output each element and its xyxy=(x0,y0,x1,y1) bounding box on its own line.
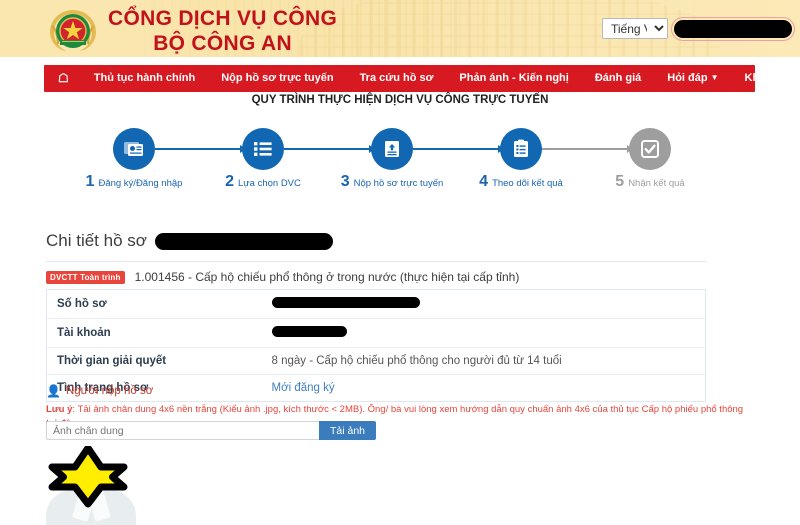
header-right-controls: Tiếng Việt xyxy=(602,16,795,41)
step-4-text: Theo dõi kết quả xyxy=(492,178,563,189)
process-title: QUY TRÌNH THỰC HIỆN DỊCH VỤ CÔNG TRỰC TU… xyxy=(251,94,549,106)
nav-item-phan-anh-kien-nghi[interactable]: Phản ánh - Kiến nghị xyxy=(446,65,581,92)
step-2-text: Lựa chọn DVC xyxy=(238,178,301,189)
step-2-number: 2 xyxy=(225,173,235,190)
check-square-icon xyxy=(641,140,659,158)
note-text: : Tải ảnh chân dung 4x6 nền trắng (Kiểu … xyxy=(72,404,744,415)
step-4-number: 4 xyxy=(479,173,489,190)
submitter-section-header: 👤 Người nộp hồ sơ xyxy=(46,384,153,398)
step-3-label: 3 Nộp hồ sơ trực tuyến xyxy=(341,173,444,191)
status-badge: DVCTT Toàn trình xyxy=(46,270,125,284)
nav-item-tra-cuu-ho-so[interactable]: Tra cứu hồ sơ xyxy=(347,65,447,92)
row-value-tinh-trang-ho-so[interactable]: Mới đăng ký xyxy=(262,375,706,402)
step-1-dang-ky-dang-nhap[interactable]: 1 Đăng ký/Đăng nhập xyxy=(86,128,182,190)
step-5-circle xyxy=(629,128,671,170)
table-row: Thời gian giải quyết 8 ngày - Cấp hộ chi… xyxy=(46,347,706,375)
site-title: CỔNG DỊCH VỤ CÔNG BỘ CÔNG AN xyxy=(108,6,337,56)
step-1-circle xyxy=(113,128,155,170)
page-title-value-redacted xyxy=(154,232,333,250)
user-account-redacted[interactable] xyxy=(671,16,795,41)
step-5-number: 5 xyxy=(615,173,625,190)
step-3-number: 3 xyxy=(340,173,350,190)
step-2-lua-chon-dvc[interactable]: 2 Lựa chọn DVC xyxy=(225,128,301,190)
step-connector-4-5 xyxy=(542,145,633,153)
step-1-label: 1 Đăng ký/Đăng nhập xyxy=(86,173,183,191)
step-3-text: Nộp hồ sơ trực tuyến xyxy=(353,178,444,189)
process-stepper: 1 Đăng ký/Đăng nhập 2 Lựa chọn DVC 3 Nộp… xyxy=(60,128,740,190)
note-prefix: Lưu ý xyxy=(46,404,73,415)
row-value-so-ho-so xyxy=(261,289,706,319)
step-1-number: 1 xyxy=(85,173,95,190)
upload-document-icon xyxy=(385,141,399,157)
row-label-tai-khoan: Tài khoản xyxy=(46,318,262,348)
row-label-thoi-gian-giai-quyet: Thời gian giải quyết xyxy=(46,347,262,375)
row-value-thoi-gian-giai-quyet: 8 ngày - Cấp hộ chiếu phổ thông cho ngườ… xyxy=(261,347,706,375)
so-ho-so-redacted xyxy=(271,297,420,308)
nav-home-icon[interactable]: ☖ xyxy=(44,65,81,92)
step-connector-3-4 xyxy=(413,145,504,153)
yellow-star-overlay xyxy=(48,446,128,508)
step-4-circle xyxy=(500,128,542,170)
vietnam-public-security-emblem xyxy=(50,10,96,51)
site-header: CỔNG DỊCH VỤ CÔNG BỘ CÔNG AN Tiếng Việt xyxy=(0,0,800,57)
step-2-circle xyxy=(242,128,284,170)
language-select[interactable]: Tiếng Việt xyxy=(602,18,668,39)
list-icon xyxy=(254,142,272,156)
step-5-text: Nhận kết quả xyxy=(628,178,685,189)
page-title-text: Chi tiết hồ sơ xyxy=(46,231,147,250)
tai-khoan-redacted xyxy=(271,326,347,337)
main-navigation: ☖ Thủ tục hành chính Nộp hồ sơ trực tuyế… xyxy=(44,65,791,92)
step-1-text: Đăng ký/Đăng nhập xyxy=(98,178,183,189)
site-title-line1: CỔNG DỊCH VỤ CÔNG xyxy=(108,7,338,30)
photo-upload-row: Tải ảnh xyxy=(46,421,377,440)
id-card-icon xyxy=(124,142,143,156)
site-title-line2: BỘ CÔNG AN xyxy=(153,32,292,55)
nav-item-danh-gia[interactable]: Đánh giá xyxy=(582,65,654,92)
page-root: CỔNG DỊCH VỤ CÔNG BỘ CÔNG AN Tiếng Việt … xyxy=(0,0,800,525)
title-divider xyxy=(46,261,706,262)
clipboard-list-icon xyxy=(514,139,528,157)
table-row: Số hồ sơ xyxy=(46,289,706,319)
nav-item-thu-tuc-hanh-chinh[interactable]: Thủ tục hành chính xyxy=(81,65,208,92)
portrait-photo xyxy=(46,446,136,525)
nav-item-khao-sat[interactable]: Khảo sát xyxy=(732,65,800,92)
step-connector-1-2 xyxy=(155,145,246,153)
person-icon: 👤 xyxy=(46,384,61,398)
step-connector-2-3 xyxy=(284,145,375,153)
step-5-nhan-ket-qua[interactable]: 5 Nhận kết quả xyxy=(615,128,685,190)
chevron-down-icon: ▼ xyxy=(710,73,719,82)
procedure-name: 1.001456 - Cấp hộ chiếu phổ thông ở tron… xyxy=(134,270,520,284)
submitter-label: Người nộp hồ sơ xyxy=(65,385,154,397)
nav-item-hoi-dap-label: Hỏi đáp xyxy=(667,72,708,84)
photo-upload-input[interactable] xyxy=(46,421,319,440)
step-4-theo-doi-ket-qua[interactable]: 4 Theo dõi kết quả xyxy=(479,128,563,190)
table-row: Tài khoản xyxy=(46,318,706,348)
row-label-so-ho-so: Số hồ sơ xyxy=(46,289,262,319)
row-value-tai-khoan xyxy=(261,318,706,348)
upload-photo-button[interactable]: Tải ảnh xyxy=(319,421,377,440)
step-4-label: 4 Theo dõi kết quả xyxy=(479,173,563,191)
step-5-label: 5 Nhận kết quả xyxy=(615,173,684,191)
step-3-circle xyxy=(371,128,413,170)
step-2-label: 2 Lựa chọn DVC xyxy=(225,173,301,191)
nav-item-nop-ho-so-truc-tuyen[interactable]: Nộp hồ sơ trực tuyến xyxy=(208,65,346,92)
step-3-nop-ho-so-truc-tuyen[interactable]: 3 Nộp hồ sơ trực tuyến xyxy=(341,128,443,190)
procedure-row: DVCTT Toàn trình 1.001456 - Cấp hộ chiếu… xyxy=(46,270,519,284)
nav-item-hoi-dap[interactable]: Hỏi đáp ▼ xyxy=(654,65,731,92)
page-title: Chi tiết hồ sơ xyxy=(46,231,333,251)
